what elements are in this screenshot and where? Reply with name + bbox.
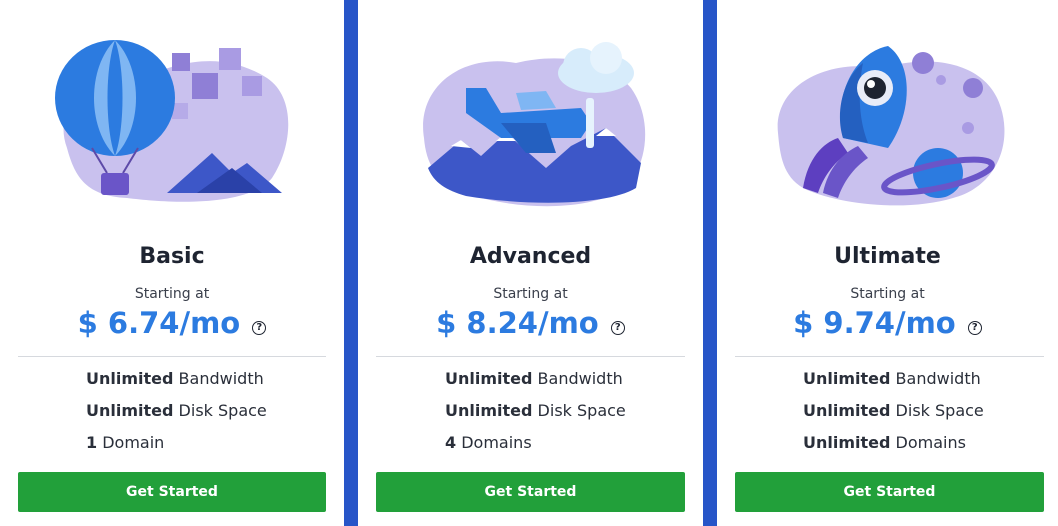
feature-text: Domain: [97, 433, 165, 452]
feature-list: Unlimited Bandwidth Unlimited Disk Space…: [803, 368, 984, 464]
feature-text: Bandwidth: [890, 369, 981, 388]
feature-text: Domains: [456, 433, 532, 452]
get-started-button[interactable]: Get Started: [18, 472, 326, 512]
price-row: $ 6.74/mo ?: [0, 306, 344, 340]
feature-item: Unlimited Bandwidth: [445, 368, 626, 400]
feature-list: Unlimited Bandwidth Unlimited Disk Space…: [86, 368, 267, 464]
get-started-button[interactable]: Get Started: [376, 472, 685, 512]
card-separator: [703, 0, 717, 526]
feature-highlight: Unlimited: [445, 401, 533, 420]
help-icon[interactable]: ?: [610, 321, 625, 335]
feature-item: Unlimited Domains: [803, 432, 984, 464]
price-row: $ 9.74/mo ?: [717, 306, 1058, 340]
plan-card-ultimate: Ultimate Starting at $ 9.74/mo ? Unlimit…: [717, 0, 1058, 526]
feature-highlight: Unlimited: [86, 369, 174, 388]
starting-at-label: Starting at: [134, 286, 210, 302]
feature-highlight: Unlimited: [86, 401, 174, 420]
feature-list: Unlimited Bandwidth Unlimited Disk Space…: [445, 368, 626, 464]
get-started-button[interactable]: Get Started: [735, 472, 1044, 512]
feature-item: Unlimited Disk Space: [445, 400, 626, 432]
feature-item: 4 Domains: [445, 432, 626, 464]
starting-at-label: Starting at: [850, 286, 925, 302]
feature-text: Disk Space: [173, 401, 267, 420]
plan-price: $ 6.74/mo: [77, 306, 241, 340]
plan-price: $ 8.24/mo: [436, 306, 599, 340]
help-icon[interactable]: ?: [967, 321, 982, 335]
feature-highlight: Unlimited: [803, 433, 891, 452]
card-separator: [344, 0, 358, 526]
plan-name: Basic: [139, 244, 205, 269]
feature-item: Unlimited Bandwidth: [86, 368, 267, 400]
feature-item: 1 Domain: [86, 432, 267, 464]
feature-text: Bandwidth: [173, 369, 264, 388]
plan-price: $ 9.74/mo: [793, 306, 956, 340]
price-row: $ 8.24/mo ?: [358, 306, 703, 340]
starting-at-label: Starting at: [493, 286, 568, 302]
divider: [376, 356, 685, 357]
help-icon[interactable]: ?: [252, 321, 267, 335]
divider: [735, 356, 1044, 357]
plan-name: Ultimate: [834, 244, 941, 269]
feature-highlight: 1: [86, 433, 98, 452]
feature-highlight: Unlimited: [803, 369, 891, 388]
feature-item: Unlimited Disk Space: [86, 400, 267, 432]
feature-highlight: Unlimited: [803, 401, 891, 420]
feature-text: Domains: [890, 433, 966, 452]
airplane-icon: [422, 42, 645, 207]
feature-item: Unlimited Bandwidth: [803, 368, 984, 400]
feature-item: Unlimited Disk Space: [803, 400, 984, 432]
feature-text: Disk Space: [532, 401, 626, 420]
feature-text: Bandwidth: [532, 369, 623, 388]
plan-name: Advanced: [469, 244, 592, 269]
plan-card-advanced: Advanced Starting at $ 8.24/mo ? Unlimit…: [358, 0, 703, 526]
feature-highlight: 4: [445, 433, 457, 452]
hot-air-balloon-icon: [55, 40, 289, 202]
rocket-icon: [777, 46, 1004, 206]
feature-text: Disk Space: [890, 401, 984, 420]
divider: [18, 356, 326, 357]
plan-card-basic: Basic Starting at $ 6.74/mo ? Unlimited …: [0, 0, 344, 526]
feature-highlight: Unlimited: [445, 369, 533, 388]
